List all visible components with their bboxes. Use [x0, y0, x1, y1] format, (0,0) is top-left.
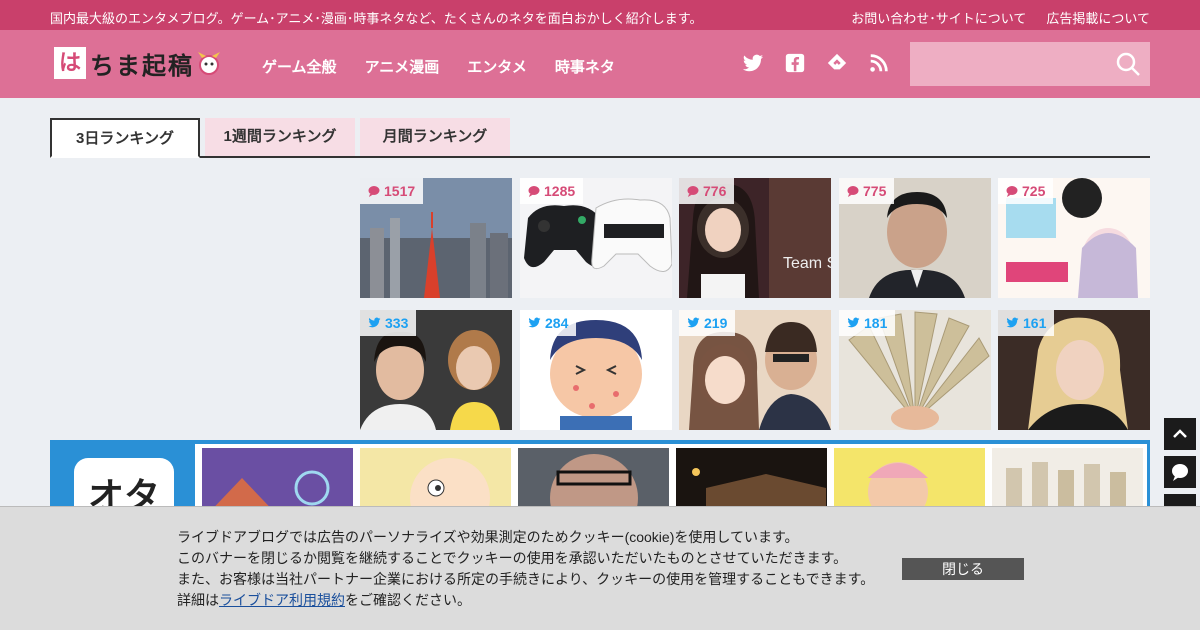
feedly-icon[interactable] [826, 52, 848, 74]
rss-icon[interactable] [868, 52, 890, 74]
svg-text:Team S: Team S [783, 255, 831, 272]
comment-icon [687, 186, 699, 197]
comment-count-badge: 1285 [520, 178, 584, 204]
ranking-tabs: 3日ランキング 1週間ランキング 月間ランキング [50, 118, 1150, 158]
ranking-card[interactable]: 161 [998, 310, 1150, 430]
twitter-icon[interactable] [742, 52, 764, 74]
site-tagline: 国内最大級のエンタメブログ。ゲーム･アニメ･漫画･時事ネタなど、たくさんのネタを… [50, 11, 703, 26]
tweet-count-badge: 333 [360, 310, 417, 336]
tweet-count-badge: 219 [679, 310, 736, 336]
tab-monthly-ranking[interactable]: 月間ランキング [360, 118, 510, 156]
tweet-count-badge: 161 [998, 310, 1055, 336]
comments-button[interactable] [1164, 456, 1196, 488]
ranking-card[interactable]: Team S 776 [679, 178, 831, 298]
comment-count-badge: 776 [679, 178, 735, 204]
scroll-top-button[interactable] [1164, 418, 1196, 450]
twitter-icon [528, 317, 541, 328]
twitter-icon [1006, 317, 1019, 328]
twitter-icon [687, 317, 700, 328]
tweet-count-badge: 181 [839, 310, 896, 336]
ranking-card[interactable]: 775 [839, 178, 991, 298]
site-logo[interactable]: は ちま起稿 [54, 46, 222, 80]
terms-link[interactable]: ライブドア利用規約 [219, 592, 345, 608]
tweet-count-badge: 284 [520, 310, 577, 336]
ranking-card[interactable]: 284 [520, 310, 672, 430]
facebook-icon[interactable] [784, 52, 806, 74]
contact-link[interactable]: お問い合わせ･サイトについて [851, 8, 1026, 27]
tab-weekly-ranking[interactable]: 1週間ランキング [205, 118, 355, 156]
logo-mark: は [54, 47, 86, 79]
social-links [742, 52, 890, 74]
ranking-card[interactable]: 181 [839, 310, 991, 430]
chevron-up-icon [1173, 429, 1187, 438]
main-nav: ゲーム全般 アニメ漫画 エンタメ 時事ネタ [262, 56, 615, 77]
ranking-card[interactable]: 725 [998, 178, 1150, 298]
comment-count-badge: 725 [998, 178, 1054, 204]
nav-entertainment[interactable]: エンタメ [467, 56, 527, 77]
mascot-icon [198, 52, 220, 75]
site-header: は ちま起稿 ゲーム全般 アニメ漫画 エンタメ 時事ネタ [0, 30, 1200, 98]
cookie-banner: ライブドアブログでは広告のパーソナライズや効果測定のためクッキー(cookie)… [0, 506, 1200, 630]
cookie-close-button[interactable]: 閉じる [902, 558, 1024, 580]
ranking-card[interactable]: 219 [679, 310, 831, 430]
cookie-message: ライブドアブログでは広告のパーソナライズや効果測定のためクッキー(cookie)… [177, 529, 875, 608]
nav-current-events[interactable]: 時事ネタ [555, 56, 615, 77]
comment-count-badge: 775 [839, 178, 895, 204]
logo-text: ちま起稿 [90, 50, 194, 80]
comment-icon [368, 186, 380, 197]
twitter-icon [368, 317, 381, 328]
ranking-card[interactable]: 1285 [520, 178, 672, 298]
ranking-card[interactable]: 1517 [360, 178, 512, 298]
top-links: お問い合わせ･サイトについて 広告掲載について [851, 8, 1150, 27]
ranking-card[interactable]: 333 [360, 310, 512, 430]
tab-3-day-ranking[interactable]: 3日ランキング [50, 118, 200, 158]
top-bar: 国内最大級のエンタメブログ。ゲーム･アニメ･漫画･時事ネタなど、たくさんのネタを… [0, 0, 1200, 30]
search-icon[interactable] [1114, 50, 1142, 78]
comment-icon [847, 186, 859, 197]
nav-anime-manga[interactable]: アニメ漫画 [365, 56, 440, 77]
nav-games[interactable]: ゲーム全般 [262, 56, 337, 77]
comment-count-badge: 1517 [360, 178, 424, 204]
comment-icon [528, 186, 540, 197]
comment-icon [1172, 464, 1188, 481]
twitter-icon [847, 317, 860, 328]
comment-icon [1006, 186, 1018, 197]
ad-info-link[interactable]: 広告掲載について [1046, 8, 1150, 27]
